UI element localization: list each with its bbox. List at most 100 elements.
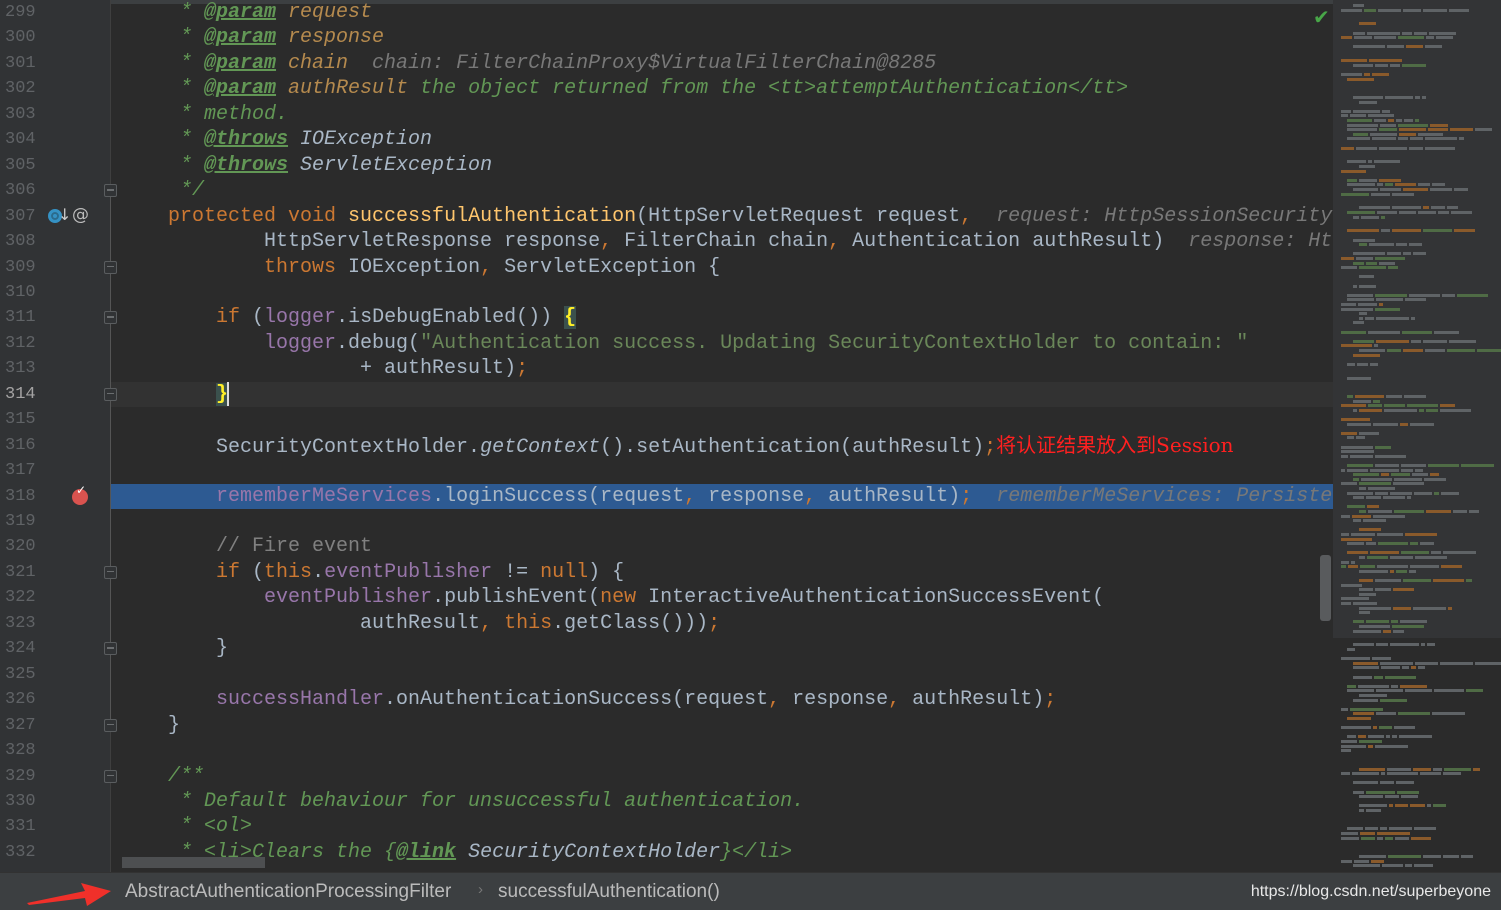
code-line[interactable]: SecurityContextHolder.getContext().setAu… bbox=[111, 433, 1333, 459]
line-number[interactable]: 303 bbox=[0, 102, 44, 127]
code-line[interactable]: /** bbox=[111, 764, 1333, 789]
line-number[interactable]: 307 bbox=[0, 204, 44, 229]
line-number[interactable]: 319 bbox=[0, 509, 44, 534]
code-line[interactable] bbox=[111, 280, 1333, 305]
code-line[interactable]: * @param request bbox=[111, 0, 1333, 25]
code-line[interactable]: successHandler.onAuthenticationSuccess(r… bbox=[111, 687, 1333, 712]
code-line[interactable] bbox=[111, 509, 1333, 534]
minimap-line bbox=[1347, 123, 1378, 127]
code-line[interactable]: rememberMeServices.loginSuccess(request,… bbox=[111, 483, 1333, 509]
code-line[interactable]: if (this.eventPublisher != null) { bbox=[111, 560, 1333, 585]
line-number[interactable]: 316 bbox=[0, 433, 44, 458]
fold-toggle-icon[interactable] bbox=[104, 718, 117, 732]
code-line[interactable]: protected void successfulAuthentication(… bbox=[111, 204, 1333, 229]
line-number[interactable]: 301 bbox=[0, 51, 44, 76]
line-number[interactable]: 304 bbox=[0, 127, 44, 152]
line-number[interactable]: 299 bbox=[0, 0, 44, 25]
line-number[interactable]: 328 bbox=[0, 738, 44, 763]
code-line[interactable] bbox=[111, 407, 1333, 432]
line-number[interactable]: 332 bbox=[0, 840, 44, 865]
code-line[interactable] bbox=[111, 662, 1333, 687]
line-number[interactable]: 305 bbox=[0, 153, 44, 178]
fold-toggle-icon[interactable] bbox=[104, 387, 117, 401]
line-number[interactable]: 306 bbox=[0, 178, 44, 203]
fold-toggle-icon[interactable] bbox=[104, 184, 117, 198]
code-minimap[interactable] bbox=[1333, 0, 1501, 872]
fold-toggle-icon[interactable] bbox=[104, 260, 117, 274]
code-line[interactable]: } bbox=[111, 636, 1333, 661]
minimap-line bbox=[1475, 128, 1492, 132]
code-line[interactable]: if (logger.isDebugEnabled()) { bbox=[111, 305, 1333, 330]
minimap-line bbox=[1371, 859, 1384, 863]
line-number[interactable]: 314 bbox=[0, 382, 44, 407]
code-line[interactable]: * @param response bbox=[111, 25, 1333, 50]
line-number[interactable]: 331 bbox=[0, 814, 44, 839]
line-number[interactable]: 325 bbox=[0, 662, 44, 687]
code-line[interactable]: * @param authResult the object returned … bbox=[111, 76, 1333, 101]
minimap-line bbox=[1426, 36, 1434, 40]
minimap-line bbox=[1341, 418, 1370, 421]
minimap-line bbox=[1376, 339, 1409, 343]
line-number[interactable]: 310 bbox=[0, 280, 44, 305]
code-line[interactable]: * method. bbox=[111, 102, 1333, 127]
code-line[interactable]: * Default behaviour for unsuccessful aut… bbox=[111, 789, 1333, 814]
annotation-icon[interactable]: @ bbox=[72, 205, 89, 225]
line-number[interactable]: 322 bbox=[0, 585, 44, 610]
line-number[interactable]: 326 bbox=[0, 687, 44, 712]
minimap-line bbox=[1350, 114, 1366, 118]
line-number[interactable]: 300 bbox=[0, 25, 44, 50]
code-line[interactable]: } bbox=[111, 713, 1333, 738]
horizontal-scrollbar-thumb[interactable] bbox=[122, 857, 265, 868]
fold-toggle-icon[interactable] bbox=[104, 565, 117, 579]
code-line[interactable]: + authResult); bbox=[111, 356, 1333, 381]
line-number[interactable]: 324 bbox=[0, 636, 44, 661]
line-number[interactable]: 323 bbox=[0, 611, 44, 636]
line-number[interactable]: 321 bbox=[0, 560, 44, 585]
code-line[interactable]: * <ol> bbox=[111, 814, 1333, 839]
line-number[interactable]: 320 bbox=[0, 534, 44, 559]
line-number[interactable]: 317 bbox=[0, 458, 44, 483]
line-number[interactable]: 311 bbox=[0, 305, 44, 330]
code-line[interactable]: * @param chain chain: FilterChainProxy$V… bbox=[111, 51, 1333, 76]
code-line[interactable]: * @throws IOException bbox=[111, 127, 1333, 152]
editor-gutter[interactable]: 299 300 301 302 303 304 305 306 307 308 309 310 311 3… bbox=[0, 0, 111, 872]
breadcrumb-method[interactable]: successfulAuthentication() bbox=[498, 881, 720, 903]
minimap-line bbox=[1359, 100, 1377, 104]
code-editor[interactable]: * @param request * @param response * @pa… bbox=[111, 0, 1333, 872]
fold-toggle-icon[interactable] bbox=[104, 769, 117, 783]
code-line[interactable] bbox=[111, 458, 1333, 483]
breakpoint-icon[interactable]: ✓ bbox=[72, 483, 88, 505]
code-token: throws bbox=[120, 255, 349, 279]
line-number[interactable]: 330 bbox=[0, 789, 44, 814]
minimap-line bbox=[1414, 827, 1436, 831]
minimap-line bbox=[1377, 565, 1408, 569]
fold-toggle-icon[interactable] bbox=[104, 642, 117, 656]
line-number[interactable]: 329 bbox=[0, 764, 44, 789]
fold-toggle-icon[interactable] bbox=[104, 311, 117, 325]
minimap-line bbox=[1351, 533, 1375, 536]
line-number[interactable]: 309 bbox=[0, 255, 44, 280]
minimap-line bbox=[1341, 859, 1352, 863]
code-line[interactable]: */ bbox=[111, 178, 1333, 203]
code-line[interactable]: logger.debug("Authentication success. Up… bbox=[111, 331, 1333, 356]
line-number[interactable]: 312 bbox=[0, 331, 44, 356]
code-line[interactable] bbox=[111, 738, 1333, 763]
line-number[interactable]: 327 bbox=[0, 713, 44, 738]
breadcrumb-class[interactable]: AbstractAuthenticationProcessingFilter bbox=[125, 881, 451, 903]
line-number[interactable]: 302 bbox=[0, 76, 44, 101]
minimap-line bbox=[1385, 183, 1393, 187]
line-number[interactable]: 313 bbox=[0, 356, 44, 381]
code-line[interactable]: throws IOException, ServletException { bbox=[111, 255, 1333, 280]
code-line[interactable]: * <li>Clears the {@link SecurityContextH… bbox=[111, 840, 1333, 865]
line-number[interactable]: 308 bbox=[0, 229, 44, 254]
code-line[interactable]: * @throws ServletException bbox=[111, 153, 1333, 178]
code-line[interactable]: HttpServletResponse response, FilterChai… bbox=[111, 229, 1333, 254]
code-line[interactable]: // Fire event bbox=[111, 534, 1333, 559]
inspection-ok-check-icon[interactable]: ✔ bbox=[1313, 5, 1330, 29]
line-number[interactable]: 318 bbox=[0, 484, 44, 509]
code-line[interactable]: } bbox=[111, 381, 1333, 408]
code-line[interactable]: eventPublisher.publishEvent(new Interact… bbox=[111, 585, 1333, 610]
code-line[interactable]: authResult, this.getClass())); bbox=[111, 611, 1333, 636]
line-number[interactable]: 315 bbox=[0, 407, 44, 432]
vertical-scrollbar-thumb[interactable] bbox=[1320, 555, 1331, 621]
